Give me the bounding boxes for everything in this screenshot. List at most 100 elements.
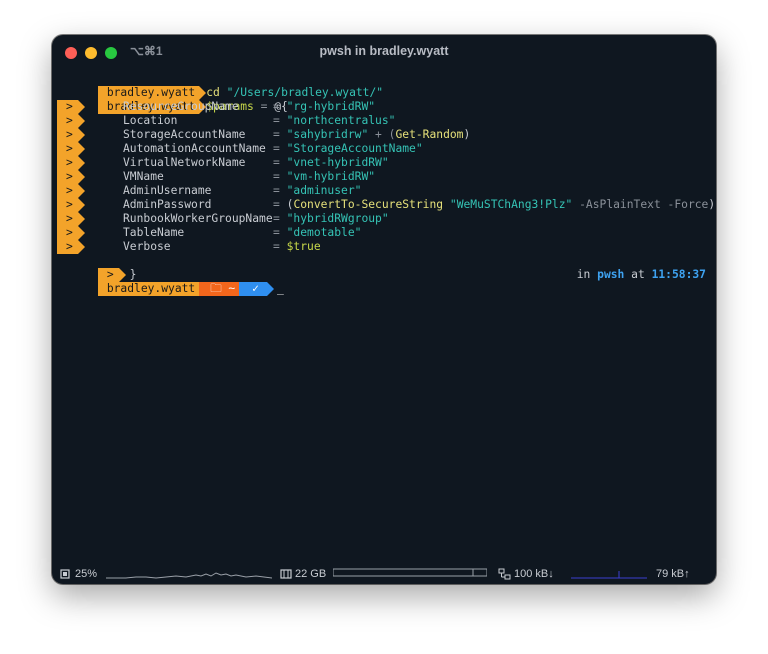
param-value: "vm-hybridRW"	[286, 170, 376, 183]
param-equals: =	[273, 212, 280, 225]
param-value-group: = "StorageAccountName"	[273, 142, 423, 156]
current-prompt-line[interactable]: bradley.wyatt 🗀 ~ ✓ _ in pwsh at 11:58:37	[57, 268, 711, 296]
continuation-line: > Verbose = $true	[57, 240, 711, 254]
param-value: $true	[286, 240, 321, 253]
network-upload: 79 kB↑	[656, 568, 690, 580]
prompt-user-segment: bradley.wyatt	[97, 282, 207, 296]
paren-close: )	[463, 128, 471, 141]
window-title: pwsh in bradley.wyatt	[319, 44, 449, 58]
continuation-line: > VMName = "vm-hybridRW"	[57, 170, 711, 184]
param-equals: =	[273, 128, 280, 141]
param-key: ResourceGroupName	[123, 100, 239, 113]
cpu-icon	[59, 568, 71, 583]
function-name: Get-Random	[395, 128, 464, 141]
memory-usage: 22 GB	[295, 568, 327, 580]
param-key: AdminPassword	[123, 198, 212, 211]
continuation-line: > StorageAccountName = "sahybridrw" + (Get…	[57, 128, 711, 142]
continuation-line: > AutomationAccountName = "StorageAccountN…	[57, 142, 711, 156]
param-value: "rg-hybridRW"	[286, 100, 376, 113]
param-value-group: = "sahybridrw" + (Get-Random)	[273, 128, 470, 142]
param-value-group: = "vm-hybridRW"	[273, 170, 375, 184]
param-equals: =	[273, 170, 280, 183]
param-equals: =	[273, 114, 280, 127]
continuation-line: > TableName = "demotable"	[57, 226, 711, 240]
param-value: "adminuser"	[286, 184, 362, 197]
network-icon	[498, 568, 511, 583]
continuation-prompt: >	[57, 198, 85, 212]
param-key: Location	[123, 114, 178, 127]
command-line-cd: bradley.wyatt cd "/Users/bradley.wyatt/"	[57, 72, 711, 100]
param-key: RunbookWorkerGroupName	[123, 212, 273, 225]
continuation-prompt: >	[57, 240, 85, 254]
command-line-params: bradley.wyatt $params = @{	[57, 86, 711, 114]
shell-name: pwsh	[597, 268, 625, 281]
param-key: VMName	[123, 170, 164, 183]
prompt-path: ~	[228, 282, 236, 295]
continuation-prompt: >	[57, 142, 85, 156]
paren-close: )	[708, 198, 716, 211]
prompt-time: 11:58:37	[651, 268, 706, 281]
param-value: "WeMuSTChAng3!Plz"	[449, 198, 573, 211]
continuation-line-close: >}	[57, 254, 711, 282]
param-value: "StorageAccountName"	[286, 142, 423, 155]
terminal-window[interactable]: ⌥⌘1 pwsh in bradley.wyatt bradley.wyatt c…	[52, 35, 716, 584]
param-value: "sahybridrw"	[286, 128, 369, 141]
network-sparkline	[571, 571, 647, 579]
continuation-prompt: >	[57, 212, 85, 226]
param-value-group: = $true	[273, 240, 321, 254]
switch-params: -AsPlainText -Force	[572, 198, 709, 211]
concat-operator: + (	[368, 128, 396, 141]
check-icon: ✓	[252, 282, 259, 295]
right-prompt: in pwsh at 11:58:37	[577, 268, 706, 282]
param-value: "northcentralus"	[286, 114, 396, 127]
param-key: StorageAccountName	[123, 128, 246, 141]
terminal-output[interactable]: bradley.wyatt cd "/Users/bradley.wyatt/" …	[57, 72, 715, 296]
param-value: "demotable"	[286, 226, 362, 239]
param-equals: =	[273, 198, 280, 211]
param-value-group: = "northcentralus"	[273, 114, 395, 128]
param-value-group: = "rg-hybridRW"	[273, 100, 375, 114]
param-equals: =	[273, 142, 280, 155]
param-value-group: = "adminuser"	[273, 184, 361, 198]
cpu-sparkline	[106, 572, 272, 579]
continuation-line: > AdminUsername = "adminuser"	[57, 184, 711, 198]
param-key: AdminUsername	[123, 184, 212, 197]
prompt-path-segment: 🗀 ~	[199, 282, 247, 296]
continuation-prompt: >	[57, 226, 85, 240]
param-value-group: = (ConvertTo-SecureString "WeMuSTChAng3!…	[273, 198, 715, 212]
continuation-prompt: >	[57, 128, 85, 142]
param-equals: =	[273, 240, 280, 253]
cursor: _	[276, 282, 284, 295]
param-equals: =	[273, 226, 280, 239]
param-key: AutomationAccountName	[123, 142, 266, 155]
status-bar: 25% 22 GB 100 kB↓ 79 kB↑	[52, 564, 716, 584]
param-value: "vnet-hybridRW"	[286, 156, 389, 169]
param-equals: =	[273, 156, 280, 169]
continuation-prompt: >	[57, 184, 85, 198]
continuation-line: > VirtualNetworkName = "vnet-hybridRW"	[57, 156, 711, 170]
param-value-group: = "hybridRWgroup"	[273, 212, 389, 226]
right-prompt-in: in	[576, 268, 598, 281]
param-value-group: = "demotable"	[273, 226, 361, 240]
function-name: ConvertTo-SecureString	[293, 198, 444, 211]
param-equals: =	[273, 100, 280, 113]
param-value: "hybridRWgroup"	[286, 212, 389, 225]
prompt-status-segment: ✓	[239, 282, 274, 296]
folder-icon: 🗀	[210, 282, 222, 295]
continuation-line: > RunbookWorkerGroupName = "hybridRWgroup"	[57, 212, 711, 226]
continuation-line: > Location = "northcentralus"	[57, 114, 711, 128]
continuation-prompt: >	[57, 170, 85, 184]
param-key: TableName	[123, 226, 185, 239]
right-prompt-at: at	[624, 268, 652, 281]
memory-icon	[280, 568, 292, 583]
param-key: Verbose	[123, 240, 171, 253]
title-bar[interactable]: ⌥⌘1 pwsh in bradley.wyatt	[52, 35, 716, 68]
param-key: VirtualNetworkName	[123, 156, 246, 169]
network-download: 100 kB↓	[514, 568, 554, 580]
continuation-prompt: >	[57, 156, 85, 170]
param-equals: =	[273, 184, 280, 197]
param-value-group: = "vnet-hybridRW"	[273, 156, 389, 170]
memory-bar	[333, 568, 487, 577]
continuation-line: > ResourceGroupName = "rg-hybridRW"	[57, 100, 711, 114]
continuation-line: > AdminPassword = (ConvertTo-SecureString …	[57, 198, 715, 212]
